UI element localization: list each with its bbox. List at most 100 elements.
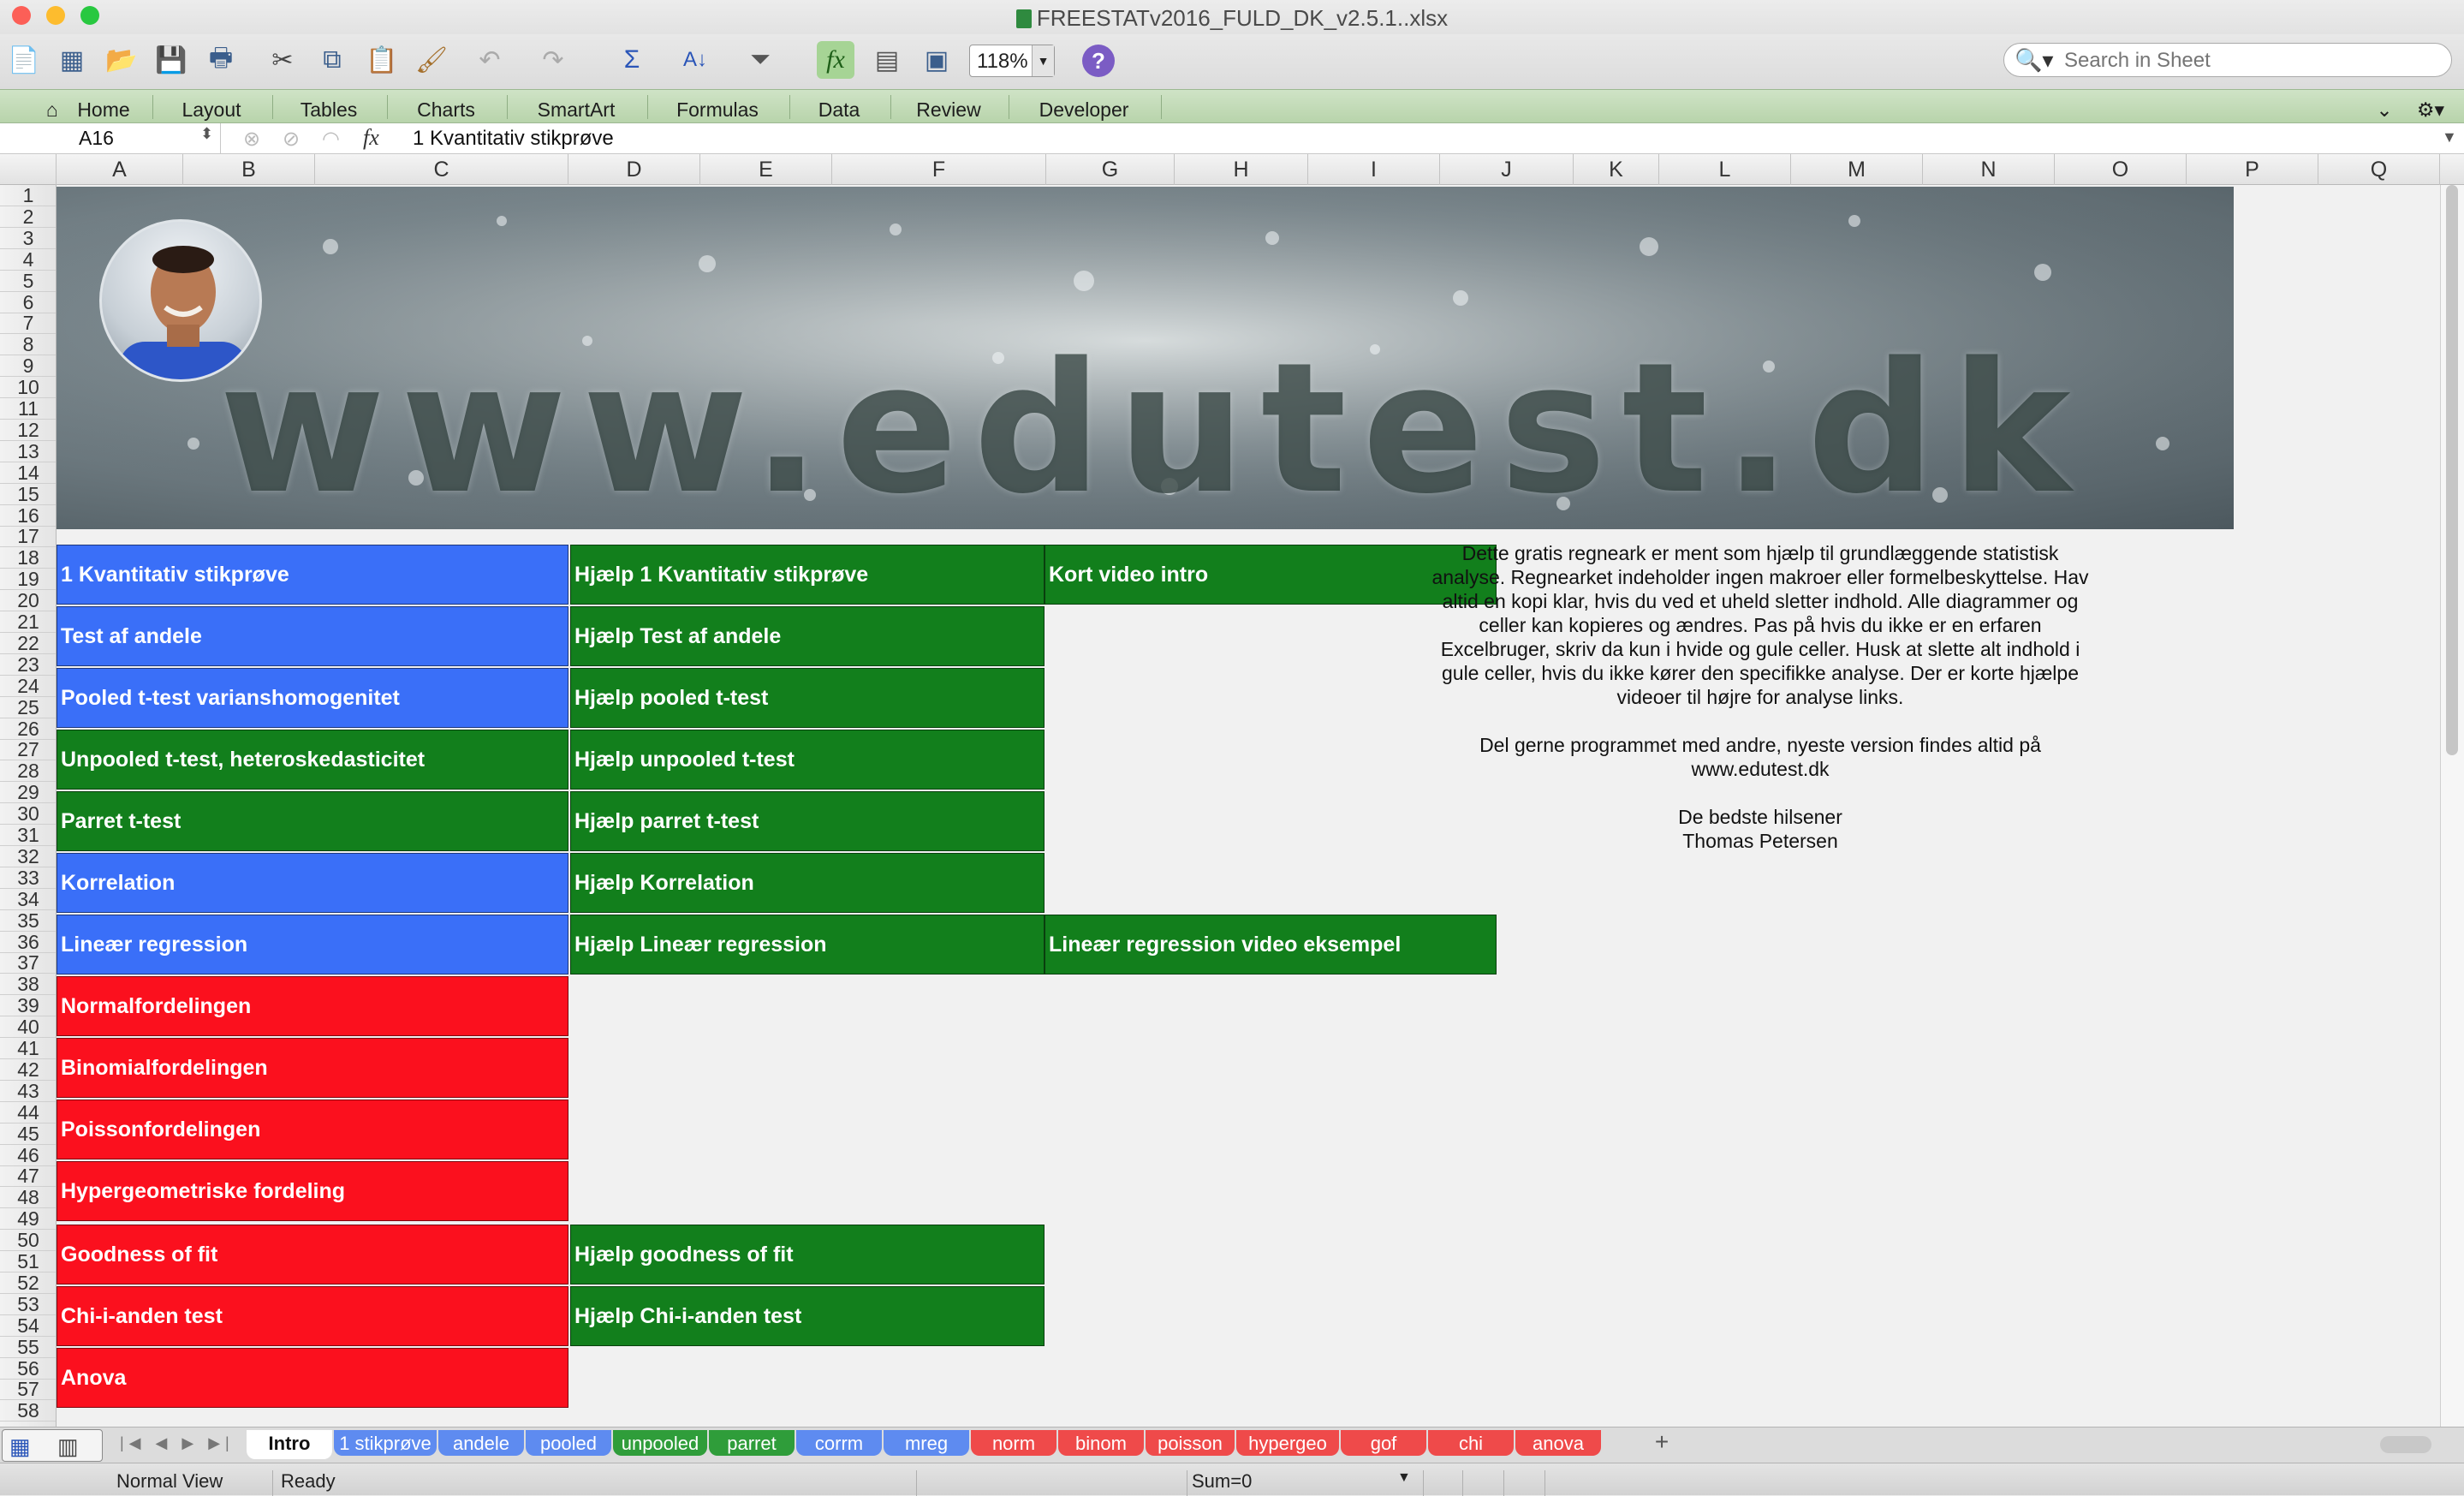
row-header[interactable]: 41 (0, 1038, 56, 1059)
analysis-link[interactable]: Goodness of fit (57, 1225, 568, 1284)
sheet-tab[interactable]: binom (1058, 1430, 1144, 1456)
row-header[interactable]: 48 (0, 1187, 56, 1209)
column-header[interactable]: F (832, 154, 1046, 185)
analysis-link[interactable]: Hypergeometriske fordeling (57, 1161, 568, 1221)
select-all-corner[interactable] (0, 154, 57, 185)
column-header[interactable]: A (57, 154, 183, 185)
row-header[interactable]: 22 (0, 632, 56, 654)
row-header[interactable]: 27 (0, 739, 56, 761)
row-header[interactable]: 23 (0, 653, 56, 676)
tab-home[interactable]: Home (67, 93, 140, 121)
row-header[interactable]: 26 (0, 718, 56, 740)
gear-icon[interactable]: ⚙▾ (2409, 93, 2452, 121)
help-link[interactable]: Hjælp goodness of fit (570, 1225, 1045, 1284)
column-header[interactable]: G (1046, 154, 1175, 185)
row-header[interactable]: 20 (0, 590, 56, 612)
row-header[interactable]: 19 (0, 569, 56, 591)
normal-view-icon[interactable]: ▦ (9, 1433, 31, 1460)
column-header[interactable]: E (700, 154, 832, 185)
row-header[interactable]: 31 (0, 825, 56, 846)
help-link[interactable]: Hjælp Lineær regression (570, 915, 1045, 974)
copy-icon[interactable]: ⧉ (313, 41, 351, 79)
home-icon[interactable]: ⌂ (38, 93, 67, 121)
row-header[interactable]: 4 (0, 248, 56, 271)
help-icon[interactable]: ? (1082, 45, 1115, 77)
row-header[interactable]: 25 (0, 696, 56, 718)
sheet-tab[interactable]: Intro (247, 1430, 332, 1459)
vertical-scrollbar[interactable] (2440, 185, 2464, 1427)
sheet-grid[interactable]: www.edutest.dk 1 Kvantitativ stikprøve Te… (57, 185, 2440, 1427)
row-header[interactable]: 49 (0, 1208, 56, 1231)
row-header[interactable]: 8 (0, 334, 56, 356)
name-box[interactable]: A16 ⬍ (0, 123, 221, 153)
redo-icon[interactable]: ↷ (534, 41, 572, 79)
video-regression-link[interactable]: Lineær regression video eksempel (1045, 915, 1497, 974)
sheet-tab[interactable]: norm (971, 1430, 1056, 1456)
sheet-tab[interactable]: gof (1341, 1430, 1426, 1456)
sheet-tab[interactable]: pooled (526, 1430, 611, 1456)
row-header[interactable]: 40 (0, 1016, 56, 1039)
column-header[interactable]: K (1574, 154, 1659, 185)
analysis-link[interactable]: Test af andele (57, 606, 568, 666)
analysis-link[interactable]: Korrelation (57, 853, 568, 913)
row-header[interactable]: 5 (0, 270, 56, 292)
help-link[interactable]: Hjælp Test af andele (570, 606, 1045, 666)
row-header[interactable]: 1 (0, 185, 56, 206)
column-header[interactable]: O (2055, 154, 2187, 185)
format-painter-icon[interactable]: 🖌 (413, 41, 450, 79)
formula-content[interactable]: 1 Kvantitativ stikprøve (413, 127, 614, 151)
tab-layout[interactable]: Layout (159, 93, 264, 121)
row-header[interactable]: 47 (0, 1165, 56, 1188)
row-header[interactable]: 56 (0, 1357, 56, 1380)
help-link[interactable]: Hjælp Korrelation (570, 853, 1045, 913)
sheet-tab[interactable]: anova (1515, 1430, 1601, 1456)
row-header[interactable]: 54 (0, 1314, 56, 1337)
formula-builder-icon[interactable]: fx (817, 41, 854, 79)
sheet-tab[interactable]: parret (709, 1430, 795, 1456)
help-link[interactable]: Hjælp Chi-i-anden test (570, 1286, 1045, 1346)
help-link[interactable]: Hjælp unpooled t-test (570, 730, 1045, 790)
confirm-icon[interactable]: ⊘ (283, 127, 300, 152)
help-link[interactable]: Hjælp pooled t-test (570, 668, 1045, 728)
zoom-select[interactable]: 118% ▼ (969, 45, 1055, 77)
analysis-link[interactable]: Binomialfordelingen (57, 1038, 568, 1098)
analysis-link[interactable]: Anova (57, 1348, 568, 1408)
tab-smartart[interactable]: SmartArt (514, 93, 639, 121)
filter-icon[interactable]: ⏷ (741, 41, 779, 79)
undo-icon[interactable]: ↶ (471, 41, 509, 79)
row-header[interactable]: 6 (0, 291, 56, 313)
column-header[interactable]: M (1791, 154, 1923, 185)
column-header[interactable]: H (1175, 154, 1308, 185)
help-link[interactable]: Hjælp parret t-test (570, 791, 1045, 851)
chevron-down-icon[interactable]: ▼ (1032, 45, 1054, 76)
sort-icon[interactable]: A↓ (676, 41, 714, 79)
row-header[interactable]: 18 (0, 547, 56, 569)
sheet-tab[interactable]: chi (1428, 1430, 1514, 1456)
analysis-link[interactable]: Lineær regression (57, 915, 568, 974)
row-header[interactable]: 28 (0, 760, 56, 783)
column-header[interactable]: P (2187, 154, 2318, 185)
row-header[interactable]: 53 (0, 1293, 56, 1315)
row-header[interactable]: 3 (0, 227, 56, 249)
row-header[interactable]: 39 (0, 995, 56, 1017)
sheet-tab[interactable]: 1 stikprøve (334, 1430, 437, 1456)
row-header[interactable]: 14 (0, 462, 56, 484)
row-header[interactable]: 35 (0, 909, 56, 932)
row-header[interactable]: 21 (0, 611, 56, 633)
row-header[interactable]: 45 (0, 1123, 56, 1145)
row-header[interactable]: 9 (0, 355, 56, 378)
tab-developer[interactable]: Developer (1015, 93, 1152, 121)
templates-icon[interactable]: ▦ (53, 41, 91, 79)
show-grid-icon[interactable]: ▤ (868, 41, 906, 79)
insert-function-shape-icon[interactable]: ◠ (322, 127, 340, 152)
help-link[interactable]: Hjælp 1 Kvantitativ stikprøve (570, 545, 1045, 605)
column-header[interactable]: Q (2318, 154, 2440, 185)
search-input[interactable] (2064, 49, 2432, 73)
row-header[interactable]: 42 (0, 1058, 56, 1081)
row-header[interactable]: 38 (0, 974, 56, 996)
gallery-icon[interactable]: ▣ (918, 41, 955, 79)
row-header[interactable]: 11 (0, 398, 56, 420)
row-header[interactable]: 7 (0, 313, 56, 335)
row-header[interactable]: 58 (0, 1400, 56, 1422)
cancel-icon[interactable]: ⊗ (243, 127, 260, 152)
